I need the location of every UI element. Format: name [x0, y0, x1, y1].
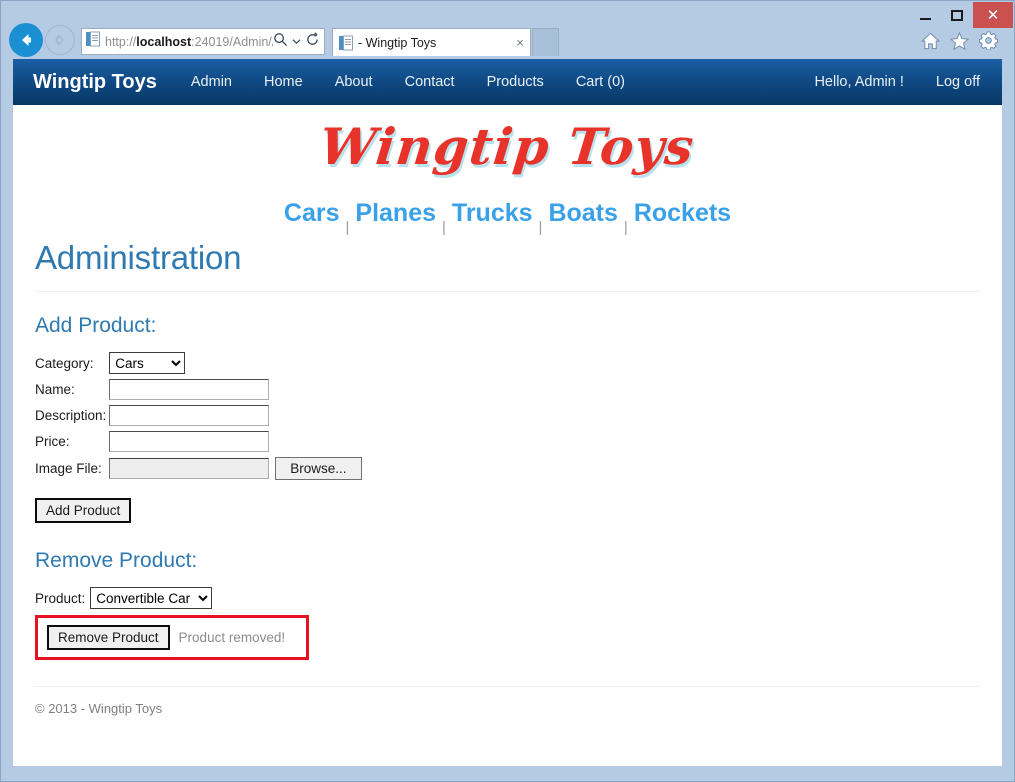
category-link-trucks[interactable]: Trucks	[452, 199, 533, 228]
tab-favicon-icon	[339, 35, 353, 51]
back-arrow-icon	[22, 34, 31, 46]
form-row-image-file: Image File: Browse...	[35, 457, 362, 485]
category-link-cars[interactable]: Cars	[284, 199, 340, 228]
category-label: Category:	[35, 355, 94, 371]
url-path: :24019/Admin/A	[191, 34, 273, 49]
close-window-button[interactable]: ✕	[973, 2, 1013, 28]
nav-item-admin[interactable]: Admin	[191, 74, 232, 90]
category-separator: |	[538, 219, 543, 236]
page-favicon-icon	[86, 31, 100, 52]
browser-window: ✕ http://localhost:24019/Admin/A - Wingt…	[0, 0, 1015, 782]
logo-row: Wingtip Toys	[13, 105, 1002, 187]
image-file-input[interactable]	[109, 458, 270, 479]
name-label: Name:	[35, 382, 75, 397]
browser-chrome: ✕ http://localhost:24019/Admin/A - Wingt…	[1, 1, 1014, 59]
nav-item-cart[interactable]: Cart (0)	[576, 74, 625, 90]
category-separator: |	[442, 219, 446, 236]
forward-button[interactable]	[45, 25, 75, 55]
user-greeting[interactable]: Hello, Admin !	[814, 74, 903, 90]
url-host: localhost	[136, 34, 192, 49]
new-tab-button[interactable]	[532, 28, 559, 56]
remove-product-highlight: Remove Product Product removed!	[35, 615, 309, 660]
add-product-heading: Add Product:	[35, 314, 157, 337]
category-link-planes[interactable]: Planes	[355, 199, 436, 228]
browser-tools	[920, 31, 998, 55]
maximize-icon	[951, 9, 963, 21]
description-label: Description:	[35, 408, 107, 423]
image-file-label: Image File:	[35, 461, 102, 476]
category-separator: |	[623, 219, 628, 236]
nav-item-contact[interactable]: Contact	[405, 74, 455, 90]
browser-tab[interactable]: - Wingtip Toys ×	[332, 28, 531, 56]
form-row-name: Name:	[35, 379, 362, 405]
address-text: http://localhost:24019/Admin/A	[105, 35, 273, 49]
footer-divider	[35, 686, 980, 687]
page-content: Administration Add Product: Category: Ca…	[13, 239, 1002, 716]
file-input-group: Browse...	[109, 457, 362, 480]
product-select-row: Product: Convertible Car	[35, 587, 980, 609]
forward-arrow-icon	[55, 34, 65, 46]
price-label: Price:	[35, 434, 70, 449]
product-label: Product:	[35, 590, 86, 606]
name-input[interactable]	[109, 379, 270, 400]
nav-item-home[interactable]: Home	[264, 74, 303, 90]
home-icon[interactable]	[920, 32, 941, 55]
minimize-icon	[919, 17, 931, 20]
site-brand[interactable]: Wingtip Toys	[33, 71, 157, 94]
site-navbar: Wingtip Toys Admin Home About Contact Pr…	[13, 59, 1002, 105]
chevron-down-icon[interactable]	[292, 33, 301, 51]
product-select[interactable]: Convertible Car	[90, 587, 213, 609]
remove-product-section: Remove Product: Product: Convertible Car…	[35, 549, 980, 660]
category-links: Cars | Planes | Trucks | Boats | Rockets	[13, 187, 1002, 239]
nav-item-products[interactable]: Products	[487, 74, 544, 90]
add-product-button[interactable]: Add Product	[35, 498, 132, 523]
url-scheme: http://	[105, 34, 137, 49]
gear-icon[interactable]	[978, 31, 998, 55]
price-input[interactable]	[109, 431, 270, 452]
category-link-boats[interactable]: Boats	[548, 199, 617, 228]
category-separator: |	[345, 219, 350, 236]
search-icon[interactable]	[273, 32, 288, 52]
description-input[interactable]	[109, 405, 270, 426]
add-product-form: Category: Cars Name: Description: Price:…	[35, 352, 362, 485]
browse-button[interactable]: Browse...	[275, 457, 362, 480]
tab-title: - Wingtip Toys	[358, 35, 437, 50]
nav-item-about[interactable]: About	[335, 74, 373, 90]
page-title: Administration	[35, 239, 242, 276]
maximize-button[interactable]	[941, 2, 973, 28]
minimize-button[interactable]	[909, 2, 941, 28]
site-logo[interactable]: Wingtip Toys	[317, 117, 697, 176]
remove-status-message: Product removed!	[178, 630, 286, 645]
remove-product-button[interactable]: Remove Product	[47, 625, 170, 650]
footer-text: © 2013 - Wingtip Toys	[35, 701, 163, 716]
tab-close-icon[interactable]: ×	[510, 35, 530, 50]
form-row-price: Price:	[35, 431, 362, 457]
form-row-description: Description:	[35, 405, 362, 431]
category-link-rockets[interactable]: Rockets	[634, 199, 731, 228]
logoff-link[interactable]: Log off	[936, 74, 980, 90]
title-divider	[35, 291, 980, 292]
address-bar[interactable]: http://localhost:24019/Admin/A	[81, 28, 325, 55]
page-viewport: Wingtip Toys Admin Home About Contact Pr…	[13, 59, 1002, 766]
remove-product-heading: Remove Product:	[35, 549, 198, 572]
back-button[interactable]	[9, 23, 43, 57]
navbar-right: Hello, Admin ! Log off	[814, 74, 988, 90]
form-row-category: Category: Cars	[35, 352, 362, 379]
star-icon[interactable]	[949, 31, 970, 55]
category-select[interactable]: Cars	[109, 352, 186, 374]
refresh-icon[interactable]	[305, 31, 320, 52]
